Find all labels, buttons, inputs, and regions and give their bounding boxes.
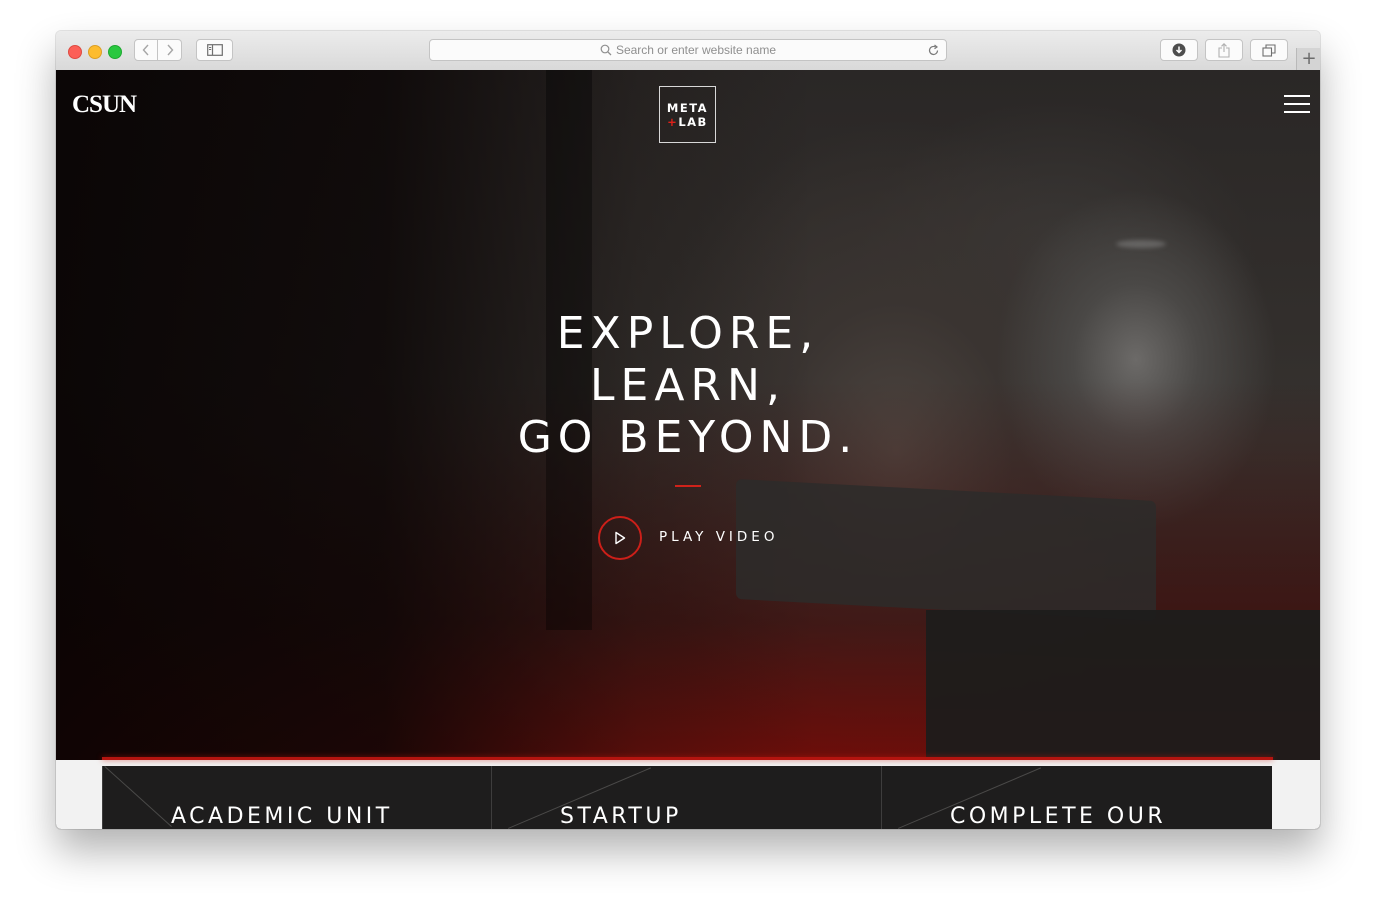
browser-toolbar: Search or enter website name + bbox=[56, 31, 1320, 71]
hamburger-icon bbox=[1284, 95, 1310, 97]
play-video-circle[interactable] bbox=[598, 516, 642, 560]
search-icon bbox=[600, 44, 612, 56]
chevron-right-icon bbox=[166, 44, 173, 56]
hero-red-rule bbox=[102, 757, 1273, 760]
play-icon bbox=[615, 531, 626, 545]
feature-cards: ACADEMIC UNIT STARTUP COMPLETE OUR bbox=[102, 766, 1274, 829]
reload-icon[interactable] bbox=[927, 44, 940, 57]
sidebar-icon bbox=[206, 44, 223, 56]
hamburger-icon-middle bbox=[1284, 103, 1310, 105]
hero-background-monitor bbox=[926, 610, 1320, 760]
card-academic-unit[interactable]: ACADEMIC UNIT bbox=[102, 766, 492, 829]
hero-background-light bbox=[1116, 240, 1166, 248]
metalab-logo-top: META bbox=[666, 100, 709, 115]
play-video-label[interactable]: PLAY VIDEO bbox=[659, 529, 778, 545]
hero-headline: EXPLORE, LEARN, GO BEYOND. bbox=[488, 308, 888, 464]
share-icon bbox=[1218, 42, 1230, 58]
card-startup[interactable]: STARTUP bbox=[492, 766, 882, 829]
new-tab-button[interactable]: + bbox=[1296, 48, 1320, 70]
address-placeholder: Search or enter website name bbox=[615, 43, 777, 57]
hero-divider bbox=[675, 485, 701, 487]
address-bar[interactable]: Search or enter website name bbox=[429, 39, 947, 61]
csun-logo[interactable]: CSUN bbox=[72, 91, 137, 119]
card-complete-our[interactable]: COMPLETE OUR bbox=[882, 766, 1272, 829]
forward-button[interactable] bbox=[158, 39, 182, 61]
metalab-logo-bottom: +LAB bbox=[667, 115, 708, 129]
tabs-icon bbox=[1262, 43, 1276, 57]
hero-section: CSUN META +LAB EXPLORE, LEARN, GO BEYOND… bbox=[56, 70, 1320, 760]
headline-line-3: GO BEYOND. bbox=[517, 412, 859, 463]
card-title: COMPLETE OUR bbox=[950, 804, 1167, 829]
close-window-button[interactable] bbox=[68, 45, 82, 59]
metalab-logo-lab: LAB bbox=[678, 114, 708, 129]
back-button[interactable] bbox=[134, 39, 158, 61]
headline-line-1: EXPLORE, bbox=[556, 308, 820, 359]
maximize-window-button[interactable] bbox=[108, 45, 122, 59]
page-viewport: CSUN META +LAB EXPLORE, LEARN, GO BEYOND… bbox=[56, 70, 1320, 829]
card-title: STARTUP bbox=[560, 804, 682, 829]
show-tabs-button[interactable] bbox=[1250, 39, 1288, 61]
metalab-logo-plus: + bbox=[667, 114, 679, 129]
browser-window: Search or enter website name + CSUN META… bbox=[56, 31, 1320, 829]
hamburger-menu-button[interactable] bbox=[1284, 95, 1310, 114]
minimize-window-button[interactable] bbox=[88, 45, 102, 59]
card-title: ACADEMIC UNIT bbox=[171, 804, 393, 829]
download-icon bbox=[1172, 43, 1186, 57]
share-button[interactable] bbox=[1205, 39, 1243, 61]
card-decor-line bbox=[104, 766, 172, 827]
play-video-button[interactable]: PLAY VIDEO bbox=[598, 516, 858, 560]
chevron-left-icon bbox=[142, 44, 149, 56]
metalab-logo[interactable]: META +LAB bbox=[659, 86, 716, 143]
headline-line-2: LEARN, bbox=[590, 360, 786, 411]
sidebar-toggle-button[interactable] bbox=[196, 39, 233, 61]
hamburger-icon-bottom bbox=[1284, 111, 1310, 113]
downloads-button[interactable] bbox=[1160, 39, 1198, 61]
plus-icon: + bbox=[1301, 48, 1317, 69]
